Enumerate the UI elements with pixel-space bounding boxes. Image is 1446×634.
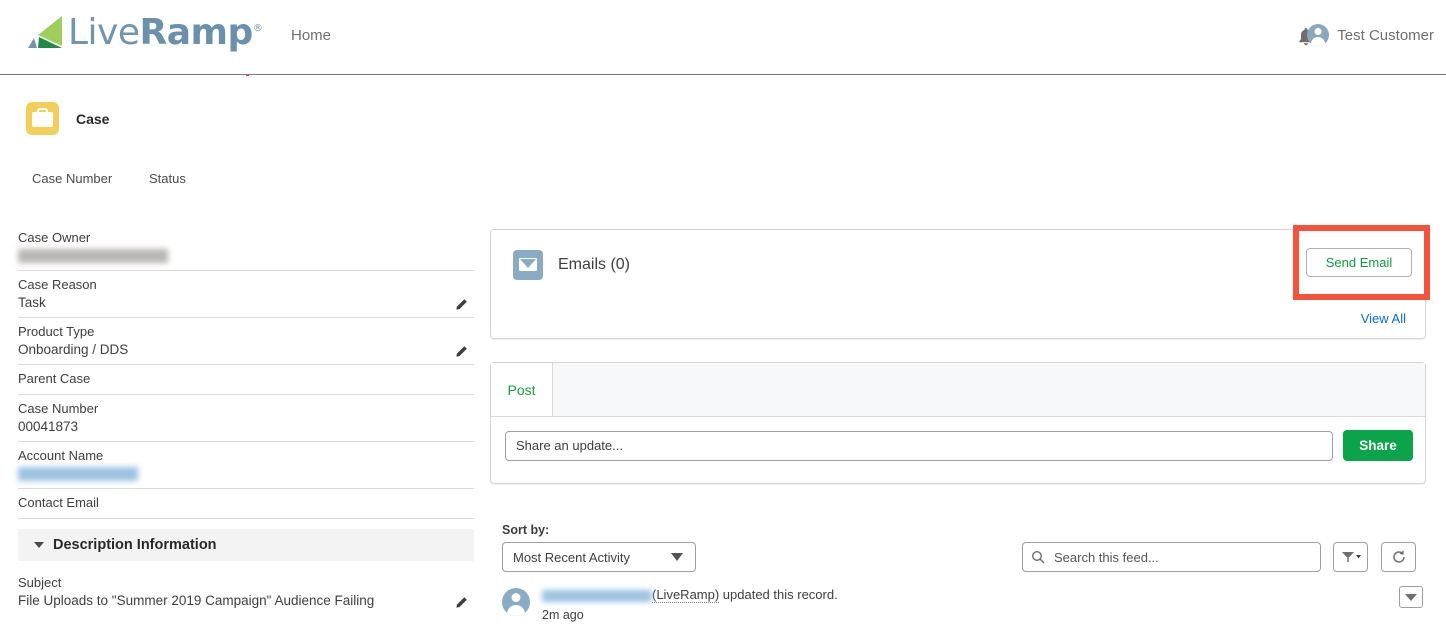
sort-by-value: Most Recent Activity (513, 549, 631, 565)
field-case-reason: Case Reason Task (18, 271, 474, 318)
logo-triangle-icon (28, 14, 62, 48)
liveramp-wordmark: LiveRamp® (68, 11, 263, 53)
sort-by-label: Sort by: (502, 523, 550, 537)
feed-filter-button[interactable] (1333, 542, 1368, 572)
highlight-label-case-number: Case Number (32, 171, 113, 186)
chevron-down-icon (671, 553, 683, 561)
feed-search-input[interactable] (1052, 548, 1312, 566)
post-editor-area[interactable] (552, 363, 1425, 416)
liveramp-logo[interactable]: LiveRamp® (22, 10, 263, 54)
chevron-down-icon (1405, 593, 1417, 601)
share-row: Share (491, 417, 1425, 461)
top-navigation-bar: LiveRamp® Home Test Customer (0, 0, 1446, 75)
field-label: Case Number (18, 401, 99, 416)
emails-related-list-card: Emails (0) View All (490, 229, 1426, 339)
feed-item-text: (LiveRamp) updated this record. (542, 586, 1424, 603)
field-value (18, 248, 474, 265)
view-all-link[interactable]: View All (1361, 311, 1406, 326)
sort-by-dropdown[interactable]: Most Recent Activity (502, 542, 696, 572)
field-product-type: Product Type Onboarding / DDS (18, 318, 474, 365)
publisher-tabs: Post (491, 363, 1425, 417)
main-content-panel: Emails (0) View All Post Share Sort by: … (488, 76, 1438, 634)
email-icon (513, 250, 543, 280)
logo-ramp: Ramp (139, 11, 254, 53)
user-name-label: Test Customer (1337, 26, 1434, 44)
field-value: 00041873 (18, 419, 79, 434)
redacted-value (18, 249, 168, 264)
emails-title: Emails (0) (558, 256, 631, 273)
refresh-icon (1392, 550, 1405, 563)
field-label: Subject (18, 575, 62, 590)
field-value: Task (18, 295, 46, 310)
feed-item-action: updated this record. (719, 587, 838, 602)
logo-live: Live (68, 11, 140, 53)
field-label: Account Name (18, 448, 104, 463)
avatar (502, 588, 530, 616)
highlights-panel: Case Number Status (32, 171, 465, 186)
field-value (18, 466, 474, 483)
feed-refresh-button[interactable] (1381, 542, 1416, 572)
feed-search-box[interactable] (1022, 542, 1321, 572)
publisher-card: Post Share (490, 362, 1426, 484)
field-account-name: Account Name (18, 442, 474, 489)
field-case-number: Case Number 00041873 (18, 395, 474, 442)
emails-card-header: Emails (0) (491, 230, 1425, 280)
edit-pencil-icon[interactable] (454, 345, 468, 359)
feed-item: (LiveRamp) updated this record. 2m ago (502, 586, 1424, 622)
briefcase-icon (26, 102, 59, 135)
redacted-value (18, 467, 138, 482)
field-label: Parent Case (18, 371, 91, 386)
briefcase-body (32, 112, 53, 127)
share-update-input[interactable] (505, 430, 1333, 461)
section-title: Description Information (53, 537, 217, 553)
logo-registered-mark: ® (252, 22, 263, 34)
feed-item-org[interactable]: (LiveRamp) (652, 587, 720, 603)
highlight-label-status: Status (149, 171, 186, 186)
feed-item-body: (LiveRamp) updated this record. 2m ago (542, 586, 1424, 622)
search-icon (1031, 550, 1045, 564)
record-header: Case (26, 102, 465, 135)
liveramp-logo-mark (22, 10, 66, 54)
nav-item-home[interactable]: Home (291, 27, 331, 44)
chevron-down-icon (34, 542, 44, 548)
send-email-button[interactable]: Send Email (1306, 248, 1412, 277)
section-description-information[interactable]: Description Information (18, 529, 474, 561)
field-value: File Uploads to "Summer 2019 Campaign" A… (18, 593, 375, 608)
field-subject: Subject File Uploads to "Summer 2019 Cam… (18, 569, 474, 615)
page-title: Case (76, 110, 110, 127)
field-contact-email: Contact Email (18, 489, 474, 519)
field-label: Product Type (18, 324, 95, 339)
share-button[interactable]: Share (1343, 430, 1413, 461)
feed-item-menu-button[interactable] (1399, 586, 1423, 608)
field-value: Onboarding / DDS (18, 342, 129, 357)
filter-icon (1341, 552, 1361, 562)
field-list: Case Owner Case Reason Task Product Type… (10, 224, 474, 615)
redacted-author-name (542, 589, 652, 602)
field-case-owner: Case Owner (18, 224, 474, 271)
field-label: Case Reason (18, 277, 97, 292)
edit-pencil-icon[interactable] (454, 298, 468, 312)
field-label: Case Owner (18, 230, 91, 245)
field-label: Contact Email (18, 495, 99, 510)
user-avatar-icon (1307, 24, 1330, 46)
edit-pencil-icon[interactable] (454, 596, 468, 610)
tab-post[interactable]: Post (491, 363, 553, 416)
envelope-flap (520, 259, 536, 268)
user-menu[interactable]: Test Customer (1307, 24, 1434, 46)
field-parent-case: Parent Case (18, 365, 474, 395)
record-detail-panel: Case Case Number Status Case Owner Case … (0, 76, 475, 634)
feed-item-timestamp: 2m ago (542, 608, 584, 622)
